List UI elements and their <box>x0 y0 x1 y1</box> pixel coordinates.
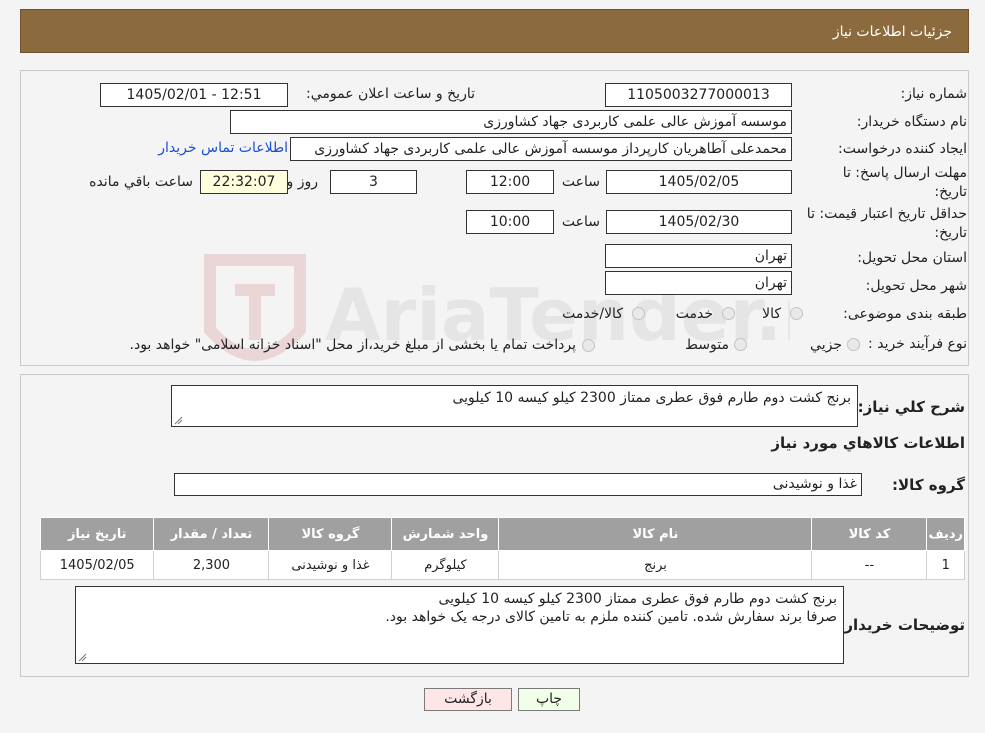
goods-table: ردیف کد کالا نام کالا واحد شمارش گروه کا… <box>39 517 965 580</box>
cell-goods-group: غذا و نوشیدنی <box>268 550 393 580</box>
deadline-time-label: ساعت <box>561 174 600 190</box>
header-quantity: تعداد / مقدار <box>153 517 270 551</box>
buyer-notes-line-1: برنج کشت دوم طارم فوق عطری ممتاز 2300 کی… <box>438 591 837 607</box>
buyer-notes-textarea[interactable]: برنج کشت دوم طارم فوق عطری ممتاز 2300 کی… <box>75 586 844 664</box>
province-label: استان محل تحویل: <box>857 250 967 266</box>
back-button[interactable]: بازگشت <box>424 688 512 711</box>
goods-group-field[interactable]: غذا و نوشیدنی <box>174 473 862 496</box>
header-goods-group: گروه کالا <box>268 517 393 551</box>
need-number-label: شماره نیاز: <box>900 86 968 102</box>
city-field[interactable]: تهران <box>605 271 792 295</box>
time-remaining-label: ساعت باقي مانده <box>89 174 193 190</box>
cell-quantity: 2,300 <box>153 550 270 580</box>
table-row[interactable]: 1 -- برنج کیلوگرم غذا و نوشیدنی 2,300 14… <box>39 550 965 580</box>
creator-label: ایجاد کننده درخواست: <box>838 141 967 157</box>
summary-textarea[interactable]: برنج کشت دوم طارم فوق عطری ممتاز 2300 کی… <box>171 385 858 427</box>
buyer-contact-link[interactable]: اطلاعات تماس خریدار <box>158 140 288 156</box>
category-radio-goods[interactable] <box>790 307 803 320</box>
process-radio-treasury[interactable] <box>582 339 595 352</box>
goods-section-title: اطلاعات کالاهاي مورد نیاز <box>771 434 965 452</box>
announce-datetime-label: تاریخ و ساعت اعلان عمومي: <box>306 86 475 102</box>
announce-datetime-field[interactable]: 1405/02/01 - 12:51 <box>100 83 288 107</box>
cell-row-number: 1 <box>926 550 965 580</box>
goods-table-header-row: ردیف کد کالا نام کالا واحد شمارش گروه کا… <box>39 517 965 551</box>
days-remaining-field[interactable]: 3 <box>330 170 417 194</box>
need-number-field[interactable]: 1105003277000013 <box>605 83 792 107</box>
buyer-notes-line-2: صرفا برند سفارش شده. تامین کننده ملزم به… <box>385 609 837 625</box>
creator-field[interactable]: محمدعلی آطاهریان کارپرداز موسسه آموزش عا… <box>290 137 792 161</box>
validity-label-line1: حداقل تاریخ اعتبار قیمت: تا <box>806 206 967 222</box>
process-label: نوع فرآیند خرید : <box>868 336 967 352</box>
process-radio-minor[interactable] <box>847 338 860 351</box>
buyer-label: نام دستگاه خریدار: <box>856 114 967 130</box>
category-option-service: خدمت <box>675 306 713 322</box>
category-radio-goods-service[interactable] <box>632 307 645 320</box>
validity-time-label: ساعت <box>561 214 600 230</box>
validity-label-line2: تاریخ: <box>934 225 967 241</box>
buyer-field[interactable]: موسسه آموزش عالی علمی کاربردی جهاد کشاور… <box>230 110 792 134</box>
cell-need-date: 1405/02/05 <box>39 550 155 580</box>
deadline-label-line2: تاریخ: <box>934 184 967 200</box>
deadline-date-field[interactable]: 1405/02/05 <box>606 170 792 194</box>
process-treasury-note: پرداخت تمام یا بخشی از مبلغ خرید،از محل … <box>129 337 576 353</box>
summary-label: شرح کلي نیاز: <box>857 398 965 416</box>
cell-goods-code: -- <box>811 550 928 580</box>
goods-group-label: گروه کالا: <box>892 476 965 494</box>
resize-grip-icon[interactable] <box>78 653 87 662</box>
category-option-goods: کالا <box>762 306 781 322</box>
days-label: روز و <box>286 174 319 190</box>
header-row-number: ردیف <box>926 517 965 551</box>
header-unit: واحد شمارش <box>391 517 500 551</box>
cell-goods-name: برنج <box>498 550 813 580</box>
process-radio-medium[interactable] <box>734 338 747 351</box>
page-header: جزئیات اطلاعات نیاز <box>20 9 969 53</box>
process-option-medium: متوسط <box>685 337 729 353</box>
header-goods-code: کد کالا <box>811 517 928 551</box>
process-option-minor: جزیي <box>810 337 842 353</box>
header-need-date: تاریخ نیاز <box>39 517 155 551</box>
deadline-label-line1: مهلت ارسال پاسخ: تا <box>842 165 967 181</box>
province-field[interactable]: تهران <box>605 244 792 268</box>
header-goods-name: نام کالا <box>498 517 813 551</box>
cell-unit: کیلوگرم <box>391 550 500 580</box>
category-option-goods-service: کالا/خدمت <box>562 306 623 322</box>
print-button[interactable]: چاپ <box>518 688 580 711</box>
time-remaining-field: 22:32:07 <box>200 170 288 194</box>
buyer-notes-label: توضیحات خریدار: <box>838 616 965 634</box>
city-label: شهر محل تحویل: <box>865 278 967 294</box>
deadline-time-field[interactable]: 12:00 <box>466 170 554 194</box>
category-label: طبقه بندی موضوعی: <box>843 306 967 322</box>
summary-text: برنج کشت دوم طارم فوق عطری ممتاز 2300 کی… <box>452 390 851 406</box>
page-title: جزئیات اطلاعات نیاز <box>832 24 952 40</box>
validity-time-field[interactable]: 10:00 <box>466 210 554 234</box>
validity-date-field[interactable]: 1405/02/30 <box>606 210 792 234</box>
resize-grip-icon[interactable] <box>174 416 183 425</box>
category-radio-service[interactable] <box>722 307 735 320</box>
